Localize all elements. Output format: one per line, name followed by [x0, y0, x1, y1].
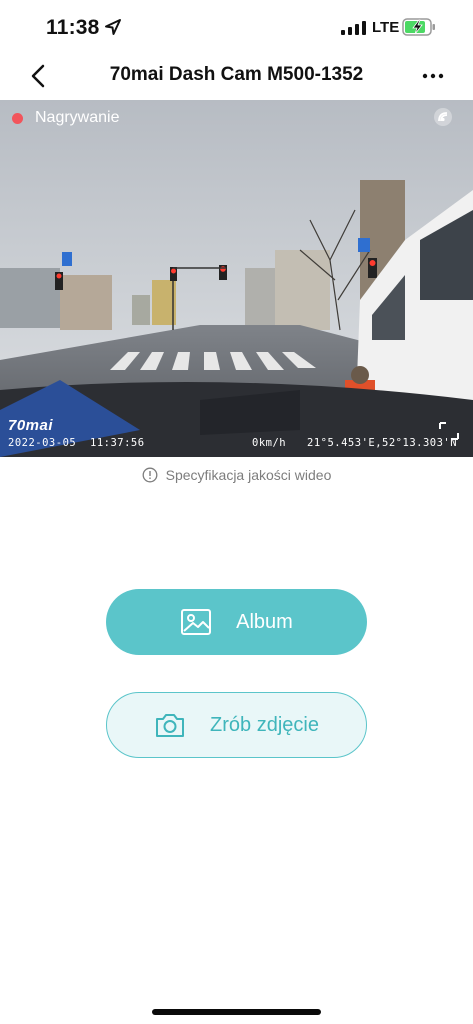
camera-icon: [156, 714, 185, 737]
recording-status: Nagrywanie: [12, 109, 119, 127]
wifi-signal-icon: [434, 108, 452, 126]
network-type: LTE: [372, 19, 400, 36]
page-title: 70mai Dash Cam M500-1352: [109, 64, 364, 85]
info-icon: [142, 467, 158, 483]
more-button[interactable]: [418, 62, 448, 90]
recording-label: Nagrywanie: [35, 109, 120, 126]
more-dots-icon: [422, 73, 444, 79]
chevron-left-icon: [31, 64, 45, 88]
osd-time: 11:37:56: [90, 437, 145, 449]
status-time: 11:38: [46, 16, 100, 39]
battery-charging-icon: [402, 18, 435, 36]
video-preview[interactable]: Nagrywanie 70mai 2022-03-05 11:37:56 0km…: [0, 100, 473, 457]
album-label: Album: [236, 610, 293, 633]
image-icon: [181, 609, 212, 635]
quality-spec-label: Specyfikacja jakości wideo: [165, 467, 332, 483]
home-indicator[interactable]: [152, 1009, 321, 1015]
nav-bar: 70mai Dash Cam M500-1352: [0, 56, 473, 98]
back-button[interactable]: [24, 60, 52, 92]
quality-spec-link[interactable]: Specyfikacja jakości wideo: [0, 467, 473, 483]
dashcam-scene: [0, 100, 473, 457]
fullscreen-icon[interactable]: [438, 421, 460, 441]
status-bar: 11:38 LTE: [0, 0, 473, 56]
location-arrow-icon: [105, 19, 121, 35]
recording-dot-icon: [12, 112, 23, 124]
osd-speed: 0km/h: [252, 437, 287, 449]
osd-gps: 21°5.453'E,52°13.303'N: [307, 437, 458, 449]
take-photo-button[interactable]: Zrób zdjęcie: [106, 692, 367, 758]
take-photo-label: Zrób zdjęcie: [210, 713, 319, 736]
album-button[interactable]: Album: [106, 589, 367, 655]
brand-watermark: 70mai: [8, 417, 54, 434]
osd-date: 2022-03-05: [8, 437, 77, 449]
cellular-signal-icon: [341, 21, 366, 35]
